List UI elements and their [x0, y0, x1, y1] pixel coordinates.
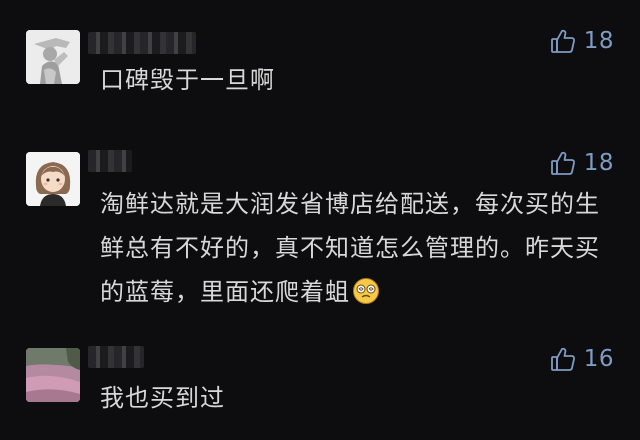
- avatar[interactable]: [26, 30, 80, 84]
- avatar[interactable]: [26, 348, 80, 402]
- like-count: 18: [583, 28, 614, 54]
- comment-text: 淘鲜达就是大润发省博店给配送，每次买的生鲜总有不好的，真不知道怎么管理的。昨天买…: [100, 182, 610, 314]
- like-count: 16: [583, 346, 614, 372]
- comment-text-body: 淘鲜达就是大润发省博店给配送，每次买的生鲜总有不好的，真不知道怎么管理的。昨天买…: [100, 190, 600, 306]
- comment-list: 18 口碑毁于一旦啊 18 淘鲜达就是大润发省博店给配送，每次买的生鲜总有不好的…: [0, 0, 640, 440]
- avatar[interactable]: [26, 152, 80, 206]
- statue-avatar-icon: [26, 30, 80, 84]
- comment-item: 18 口碑毁于一旦啊: [0, 0, 640, 120]
- like-count: 18: [583, 150, 614, 176]
- like-button[interactable]: 16: [550, 346, 614, 372]
- thumbs-up-icon: [550, 347, 575, 371]
- thumbs-up-icon: [550, 29, 575, 53]
- cartoon-girl-avatar-icon: [26, 152, 80, 206]
- comment-item: 18 淘鲜达就是大润发省博店给配送，每次买的生鲜总有不好的，真不知道怎么管理的。…: [0, 120, 640, 340]
- landscape-avatar-icon: [26, 348, 80, 402]
- dizzy-face-emoji-icon: [353, 278, 379, 304]
- comment-item: 16 我也买到过: [0, 340, 640, 440]
- username-blurred: [88, 150, 132, 172]
- like-button[interactable]: 18: [550, 28, 614, 54]
- comment-text: 口碑毁于一旦啊: [100, 66, 275, 94]
- username-blurred: [88, 32, 196, 54]
- comment-text: 我也买到过: [100, 384, 225, 412]
- username-blurred: [88, 346, 144, 368]
- thumbs-up-icon: [550, 151, 575, 175]
- like-button[interactable]: 18: [550, 150, 614, 176]
